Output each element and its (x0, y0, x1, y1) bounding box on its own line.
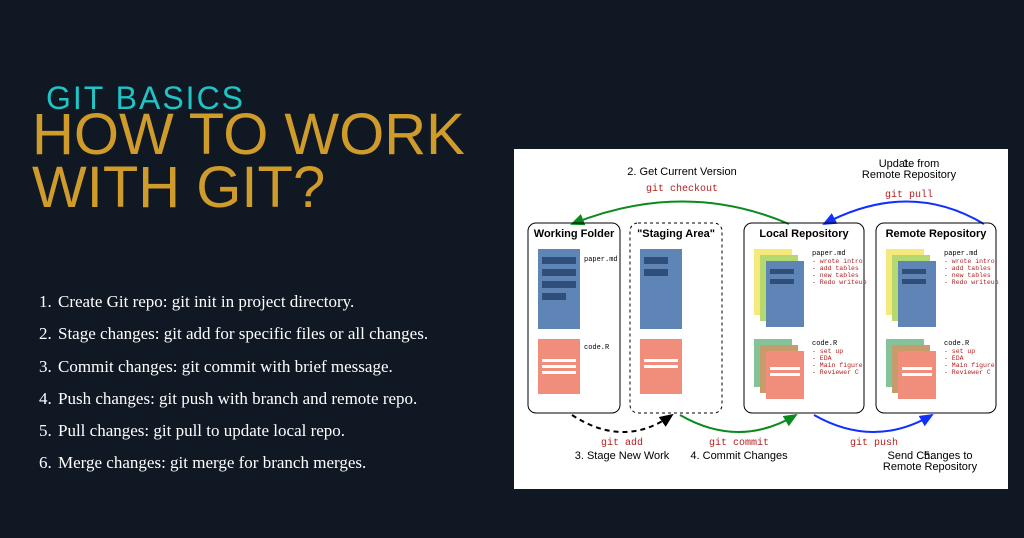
step-item: Stage changes: git add for specific file… (56, 318, 486, 350)
local-code-name: code.R (812, 340, 838, 348)
flow-checkout-cmd: git checkout (646, 183, 718, 195)
local-code-notes: - set up- EDA- Main figure- Reviewer C (812, 348, 863, 376)
flow-pull-label: 1. Update fromRemote Repository (862, 158, 957, 181)
arrow-checkout (572, 202, 789, 225)
flow-pull-cmd: git pull (885, 189, 933, 201)
remote-paper-stack (886, 249, 936, 327)
git-flow-diagram: 2. Get Current Version git checkout 1. U… (514, 149, 1008, 489)
step-item: Create Git repo: git init in project dir… (56, 286, 486, 318)
flow-push-label: 5. Send Changes toRemote Repository (883, 450, 978, 473)
remote-code-stack (886, 339, 936, 399)
title: HOW TO WORK WITH GIT? (32, 108, 465, 215)
col-working-title: Working Folder (534, 228, 615, 240)
flow-add-label: 3. Stage New Work (575, 450, 670, 462)
step-item: Push changes: git push with branch and r… (56, 383, 486, 415)
git-flow-svg: 2. Get Current Version git checkout 1. U… (514, 149, 1008, 489)
remote-code-notes: - set up- EDA- Main figure- Reviewer C (944, 348, 995, 376)
step-item: Commit changes: git commit with brief me… (56, 351, 486, 383)
arrow-commit (680, 415, 796, 432)
col-staging-title: "Staging Area" (637, 228, 715, 240)
flow-commit-label: 4. Commit Changes (690, 450, 788, 462)
flow-add-cmd: git add (601, 437, 643, 449)
local-paper-name: paper.md (812, 250, 846, 258)
working-code-name: code.R (584, 344, 610, 352)
flow-checkout-label: 2. Get Current Version (627, 166, 736, 178)
remote-code-name: code.R (944, 340, 970, 348)
remote-paper-notes: - wrote intro- add tables- new tables- R… (944, 258, 999, 286)
col-remote-title: Remote Repository (886, 228, 988, 240)
arrow-add (572, 415, 672, 432)
arrow-pull (824, 202, 984, 225)
step-item: Merge changes: git merge for branch merg… (56, 447, 486, 479)
step-item: Pull changes: git pull to update local r… (56, 415, 486, 447)
step-list: Create Git repo: git init in project dir… (34, 286, 486, 480)
remote-paper-name: paper.md (944, 250, 978, 258)
local-paper-notes: - wrote intro- add tables- new tables- R… (812, 258, 867, 286)
flow-push-cmd: git push (850, 437, 898, 449)
col-local-title: Local Repository (759, 228, 849, 240)
local-code-stack (754, 339, 804, 399)
arrow-push (814, 415, 932, 432)
local-paper-stack (754, 249, 804, 327)
working-paper-name: paper.md (584, 256, 618, 264)
flow-commit-cmd: git commit (709, 437, 769, 449)
